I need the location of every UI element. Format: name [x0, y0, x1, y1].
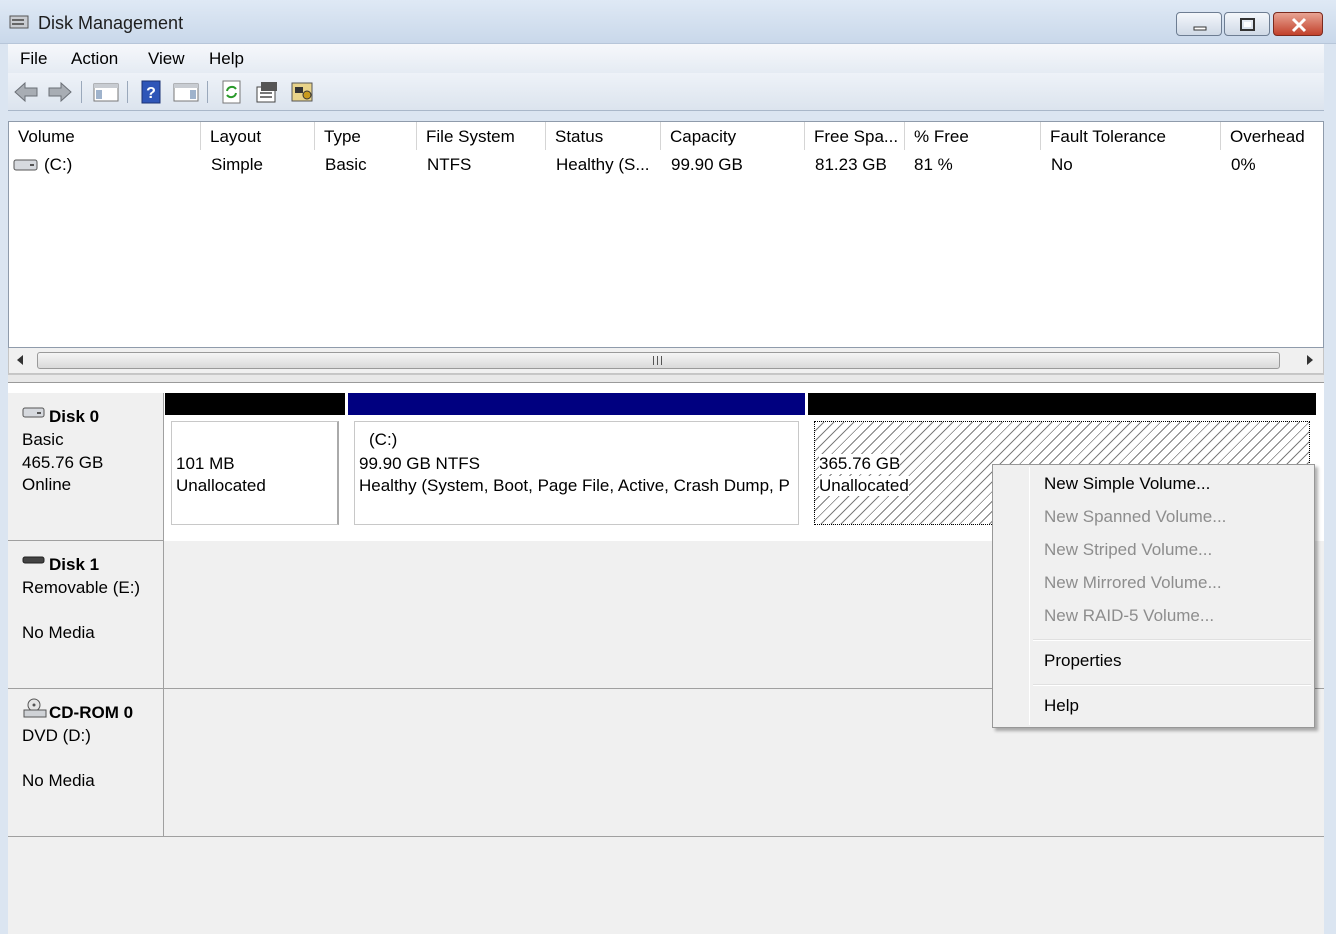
console-tree-icon[interactable] [92, 79, 120, 105]
cdrom-0-label[interactable]: CD-ROM 0 DVD (D:) No Media [8, 689, 164, 837]
column-header-type[interactable]: Type [315, 122, 417, 150]
disk-management-app-icon [9, 15, 29, 29]
volume-list[interactable]: Volume Layout Type File System Status Ca… [8, 121, 1324, 348]
menu-new-raid5-volume[interactable]: New RAID-5 Volume... [1044, 606, 1214, 626]
unallocated-bar [808, 393, 1316, 415]
partition-c-drive[interactable]: (C:) 99.90 GB NTFS Healthy (System, Boot… [348, 393, 805, 533]
column-header-free-space[interactable]: Free Spa... [805, 122, 905, 150]
cell-status: Healthy (S... [556, 155, 650, 174]
unallocated-bar [165, 393, 345, 415]
cdrom-0-name: CD-ROM 0 [49, 703, 134, 722]
svg-text:?: ? [146, 85, 156, 102]
menu-bar: File Action View Help [8, 44, 1324, 73]
refresh-icon[interactable] [218, 79, 246, 105]
column-header-file-system[interactable]: File System [417, 122, 546, 150]
toolbar-separator [81, 81, 82, 103]
column-header-volume[interactable]: Volume [9, 122, 201, 150]
scroll-left-icon[interactable] [15, 354, 25, 366]
cell-volume: (C:) [44, 155, 73, 174]
column-header-status[interactable]: Status [546, 122, 661, 150]
menu-new-striped-volume[interactable]: New Striped Volume... [1044, 540, 1212, 560]
back-arrow-icon[interactable] [12, 79, 40, 105]
menu-help[interactable]: Help [209, 49, 244, 69]
toolbar-separator [127, 81, 128, 103]
toolbar: ? [8, 73, 1324, 111]
partition-label: (C:) [369, 430, 398, 449]
column-header-layout[interactable]: Layout [201, 122, 315, 150]
primary-partition-bar [348, 393, 805, 415]
partition-size: 365.76 GB [819, 454, 901, 474]
menu-new-spanned-volume[interactable]: New Spanned Volume... [1044, 507, 1226, 527]
removable-disk-icon [22, 556, 45, 564]
minimize-icon [1193, 26, 1207, 31]
disk-1-type: Removable (E:) [22, 578, 141, 597]
disk-1-label[interactable]: Disk 1 Removable (E:) No Media [8, 541, 164, 689]
volume-list-header: Volume Layout Type File System Status Ca… [9, 122, 1323, 150]
disk-1-status: No Media [22, 623, 95, 642]
empty-graph-space [8, 837, 1324, 934]
help-icon[interactable]: ? [138, 79, 166, 105]
cell-capacity: 99.90 GB [671, 155, 743, 174]
drive-icon [13, 159, 38, 171]
partition-status: Unallocated [176, 476, 266, 495]
hard-disk-icon [22, 407, 45, 418]
menu-properties[interactable]: Properties [1044, 651, 1121, 671]
toolbar-separator [207, 81, 208, 103]
menu-separator [1033, 684, 1311, 686]
column-header-capacity[interactable]: Capacity [661, 122, 805, 150]
disk-0-name: Disk 0 [49, 407, 100, 426]
forward-arrow-icon[interactable] [46, 79, 74, 105]
title-bar[interactable]: Disk Management [0, 0, 1336, 44]
cell-free-space: 81.23 GB [815, 155, 887, 174]
cell-overhead: 0% [1231, 155, 1256, 174]
partition-size: 101 MB [176, 454, 235, 473]
partition-status: Healthy (System, Boot, Page File, Active… [359, 476, 790, 495]
partition-unallocated-101mb[interactable]: 101 MB Unallocated [165, 393, 345, 533]
menu-action[interactable]: Action [71, 49, 118, 69]
context-menu: New Simple Volume... New Spanned Volume.… [992, 464, 1315, 728]
grip-icon [653, 356, 662, 365]
scrollbar-thumb[interactable] [37, 352, 1280, 369]
cell-percent-free: 81 % [914, 155, 953, 174]
partition-status: Unallocated [819, 476, 909, 496]
disk-1-name: Disk 1 [49, 555, 100, 574]
cdrom-0-type: DVD (D:) [22, 726, 91, 745]
disk-0-type: Basic [22, 430, 64, 449]
disk-0-size: 465.76 GB [22, 453, 104, 472]
maximize-button[interactable] [1224, 12, 1270, 36]
column-header-percent-free[interactable]: % Free [905, 122, 1041, 150]
cell-layout: Simple [211, 155, 263, 174]
column-header-overhead[interactable]: Overhead [1221, 122, 1323, 150]
cell-file-system: NTFS [427, 155, 472, 174]
column-header-fault-tolerance[interactable]: Fault Tolerance [1041, 122, 1221, 150]
menu-file[interactable]: File [20, 49, 47, 69]
window-title: Disk Management [38, 13, 184, 33]
pane-splitter[interactable] [8, 374, 1324, 383]
close-button[interactable] [1273, 12, 1323, 36]
properties-icon[interactable] [253, 79, 281, 105]
settings-icon[interactable] [289, 79, 317, 105]
disk-0-status: Online [22, 475, 72, 494]
restore-icon [1240, 18, 1255, 31]
menu-gutter [1029, 467, 1030, 725]
menu-view[interactable]: View [148, 49, 185, 69]
action-pane-icon[interactable] [172, 79, 200, 105]
cd-rom-icon [23, 698, 47, 718]
close-icon [1291, 17, 1307, 33]
minimize-button[interactable] [1176, 12, 1222, 36]
cell-fault-tolerance: No [1051, 155, 1073, 174]
scroll-right-icon[interactable] [1305, 354, 1315, 366]
horizontal-scrollbar[interactable] [8, 348, 1324, 374]
cdrom-0-status: No Media [22, 771, 95, 790]
menu-new-mirrored-volume[interactable]: New Mirrored Volume... [1044, 573, 1222, 593]
disk-0-label[interactable]: Disk 0 Basic 465.76 GB Online [8, 393, 164, 541]
menu-help-item[interactable]: Help [1044, 696, 1079, 716]
partition-size: 99.90 GB NTFS [359, 454, 480, 473]
cell-type: Basic [325, 155, 367, 174]
menu-separator [1033, 639, 1311, 641]
menu-new-simple-volume[interactable]: New Simple Volume... [1044, 474, 1210, 494]
